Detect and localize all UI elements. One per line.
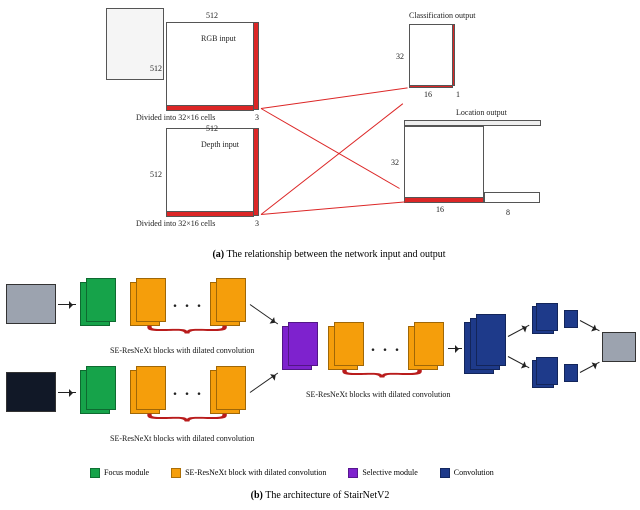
location-h: 32 bbox=[391, 158, 399, 167]
caption-b-text: The architecture of StairNetV2 bbox=[265, 490, 389, 501]
dots-bottom: . . . bbox=[173, 382, 203, 400]
classification-h: 32 bbox=[396, 52, 404, 61]
classification-output-base bbox=[409, 85, 453, 88]
rgb-thumbnail bbox=[6, 284, 56, 324]
location-output-base bbox=[404, 197, 484, 203]
depth-h: 512 bbox=[150, 170, 162, 179]
depth-thumbnail bbox=[6, 372, 56, 412]
classification-output-tensor bbox=[409, 24, 453, 86]
classification-w: 16 bbox=[424, 90, 432, 99]
connector-depth-loc bbox=[261, 201, 409, 215]
location-output-tensor bbox=[404, 126, 484, 198]
arrow-out-bottom bbox=[580, 362, 600, 373]
rgb-input-channels bbox=[253, 22, 259, 110]
legend-selective: Selective module bbox=[348, 468, 417, 478]
legend-focus: Focus module bbox=[90, 468, 149, 478]
legend-conv: Convolution bbox=[440, 468, 494, 478]
figure-b: . . . . . . ︸ SE-ResNeXt blocks with dil… bbox=[0, 264, 640, 510]
classification-c: 1 bbox=[456, 90, 460, 99]
brace-trunk-label: SE-ResNeXt blocks with dilated convoluti… bbox=[306, 390, 450, 399]
classification-label: Classification output bbox=[409, 11, 475, 20]
depth-w: 512 bbox=[206, 124, 218, 133]
arrow-head-top bbox=[508, 325, 530, 337]
figure-a: RGB input 512 512 3 Divided into 32×16 c… bbox=[106, 8, 552, 262]
conv-head-bottom-out bbox=[564, 364, 578, 382]
brace-top-label: SE-ResNeXt blocks with dilated convoluti… bbox=[110, 346, 254, 355]
caption-b-prefix: (b) bbox=[251, 490, 263, 501]
caption-b: (b) The architecture of StairNetV2 bbox=[0, 490, 640, 501]
rgb-input-base bbox=[166, 105, 254, 111]
classification-output-channels bbox=[452, 24, 455, 86]
location-depth-cells bbox=[484, 192, 540, 203]
depth-input-channels bbox=[253, 128, 259, 216]
caption-a-prefix: (a) bbox=[212, 249, 224, 260]
depth-input-base bbox=[166, 211, 254, 217]
conv-head-top-out bbox=[564, 310, 578, 328]
legend: Focus module SE-ResNeXt block with dilat… bbox=[90, 464, 590, 482]
arrow-depth-in bbox=[58, 392, 76, 393]
legend-se: SE-ResNeXt block with dilated convolutio… bbox=[171, 468, 326, 478]
output-thumbnail bbox=[602, 332, 636, 362]
brace-bottom-label: SE-ResNeXt blocks with dilated convoluti… bbox=[110, 434, 254, 443]
arrow-merge-top bbox=[250, 304, 278, 324]
location-w: 16 bbox=[436, 205, 444, 214]
rgb-label: RGB input bbox=[201, 34, 236, 43]
arrow-rgb-in bbox=[58, 304, 76, 305]
dots-top: . . . bbox=[173, 294, 203, 312]
arrow-trunk-conv bbox=[448, 348, 462, 349]
caption-a: (a) The relationship between the network… bbox=[106, 249, 552, 260]
rgb-h: 512 bbox=[150, 64, 162, 73]
location-label: Location output bbox=[456, 108, 507, 117]
rgb-c: 3 bbox=[255, 113, 259, 122]
depth-division: Divided into 32×16 cells bbox=[136, 219, 215, 228]
caption-a-text: The relationship between the network inp… bbox=[226, 249, 445, 260]
rgb-division: Divided into 32×16 cells bbox=[136, 113, 215, 122]
rgb-w: 512 bbox=[206, 11, 218, 20]
connector-rgb-cls bbox=[261, 87, 408, 109]
location-d: 8 bbox=[506, 208, 510, 217]
depth-label: Depth input bbox=[201, 140, 239, 149]
arrow-out-top bbox=[580, 320, 600, 331]
arrow-merge-bottom bbox=[250, 373, 278, 393]
arrow-head-bottom bbox=[508, 356, 530, 368]
dots-trunk: . . . bbox=[371, 338, 401, 356]
depth-c: 3 bbox=[255, 219, 259, 228]
